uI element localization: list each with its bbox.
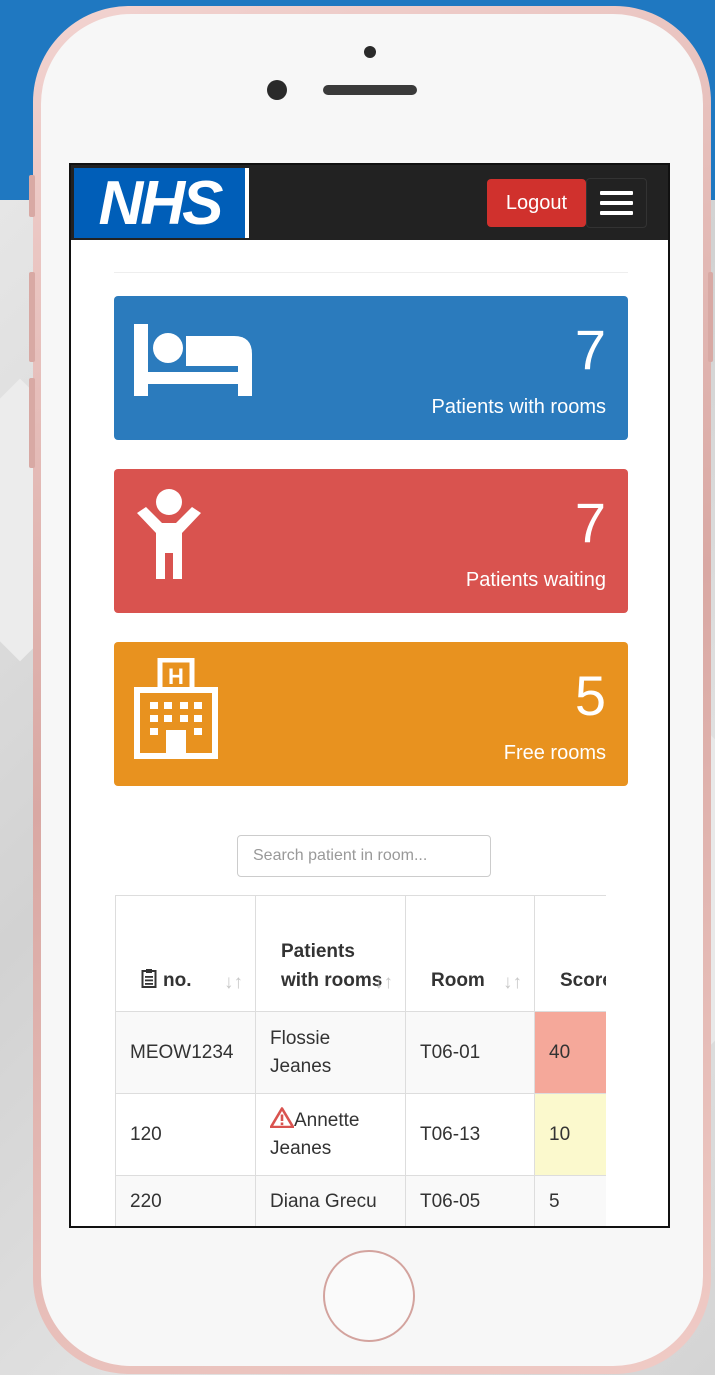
stat-card-patients-with-rooms[interactable]: 7 Patients with rooms	[114, 296, 628, 440]
cell-score: 10	[534, 1093, 606, 1176]
cell-patient: Diana Grecu	[255, 1175, 406, 1226]
table-row[interactable]: 120 Annette Jeanes T06-13 10	[115, 1093, 606, 1176]
column-label: Score	[560, 970, 606, 991]
cell-room: T06-01	[405, 1011, 535, 1094]
cell-score: 40	[534, 1011, 606, 1094]
person-icon	[137, 489, 201, 579]
volume-down-button	[29, 378, 35, 468]
stat-label: Patients with rooms	[431, 396, 606, 418]
table-row[interactable]: 220 Diana Grecu T06-05 5	[115, 1175, 606, 1226]
logout-button[interactable]: Logout	[487, 179, 586, 227]
cell-score: 5	[534, 1175, 606, 1226]
clipboard-icon	[141, 969, 157, 988]
sort-icon[interactable]: ↓↑	[503, 968, 522, 997]
table-row[interactable]: MEOW1234 Flossie Jeanes T06-01 40	[115, 1011, 606, 1094]
cell-room: T06-13	[405, 1093, 535, 1176]
patients-table: no. ↓↑ Patients with rooms ↓↑ Room ↓↑ Sc…	[115, 895, 606, 1226]
stat-label: Free rooms	[503, 742, 606, 764]
cell-patient: Annette Jeanes	[255, 1093, 406, 1176]
stat-value: 5	[574, 664, 606, 727]
app-screen: NHS Logout 7 Patients with rooms 7 Patie…	[69, 163, 670, 1228]
column-header-room[interactable]: Room ↓↑	[405, 895, 535, 1012]
divider	[114, 272, 628, 273]
cell-patient: Flossie Jeanes	[255, 1011, 406, 1094]
column-label: Patients with rooms	[281, 941, 383, 991]
stat-card-patients-waiting[interactable]: 7 Patients waiting	[114, 469, 628, 613]
cell-room: T06-05	[405, 1175, 535, 1226]
cell-no: 120	[115, 1093, 256, 1176]
column-header-score[interactable]: Score	[534, 895, 606, 1012]
proximity-sensor	[364, 46, 376, 58]
navbar: NHS Logout	[71, 165, 668, 240]
earpiece-speaker	[323, 85, 417, 95]
volume-up-button	[29, 272, 35, 362]
svg-text:H: H	[168, 664, 184, 689]
sort-icon[interactable]: ↓↑	[224, 968, 243, 997]
sort-icon[interactable]: ↓↑	[374, 968, 393, 997]
column-header-no[interactable]: no. ↓↑	[115, 895, 256, 1012]
hospital-icon: H	[134, 658, 218, 759]
warning-icon	[270, 1106, 294, 1128]
power-button	[708, 272, 713, 362]
bed-icon	[134, 324, 252, 396]
patients-table-container[interactable]: no. ↓↑ Patients with rooms ↓↑ Room ↓↑ Sc…	[115, 895, 606, 1226]
stat-value: 7	[574, 491, 606, 554]
column-label: Room	[431, 970, 485, 991]
front-camera	[267, 80, 287, 100]
column-label: no.	[163, 970, 192, 991]
mute-switch	[29, 175, 35, 217]
stat-value: 7	[574, 318, 606, 381]
nhs-logo[interactable]: NHS	[74, 168, 249, 238]
column-header-patients[interactable]: Patients with rooms ↓↑	[255, 895, 406, 1012]
hamburger-icon[interactable]	[586, 178, 647, 228]
cell-no: MEOW1234	[115, 1011, 256, 1094]
stat-label: Patients waiting	[465, 569, 606, 591]
logo-text: NHS	[98, 168, 224, 238]
home-button[interactable]	[323, 1250, 415, 1342]
stat-card-free-rooms[interactable]: H 5 Free rooms	[114, 642, 628, 786]
search-input[interactable]	[237, 835, 491, 877]
cell-no: 220	[115, 1175, 256, 1226]
